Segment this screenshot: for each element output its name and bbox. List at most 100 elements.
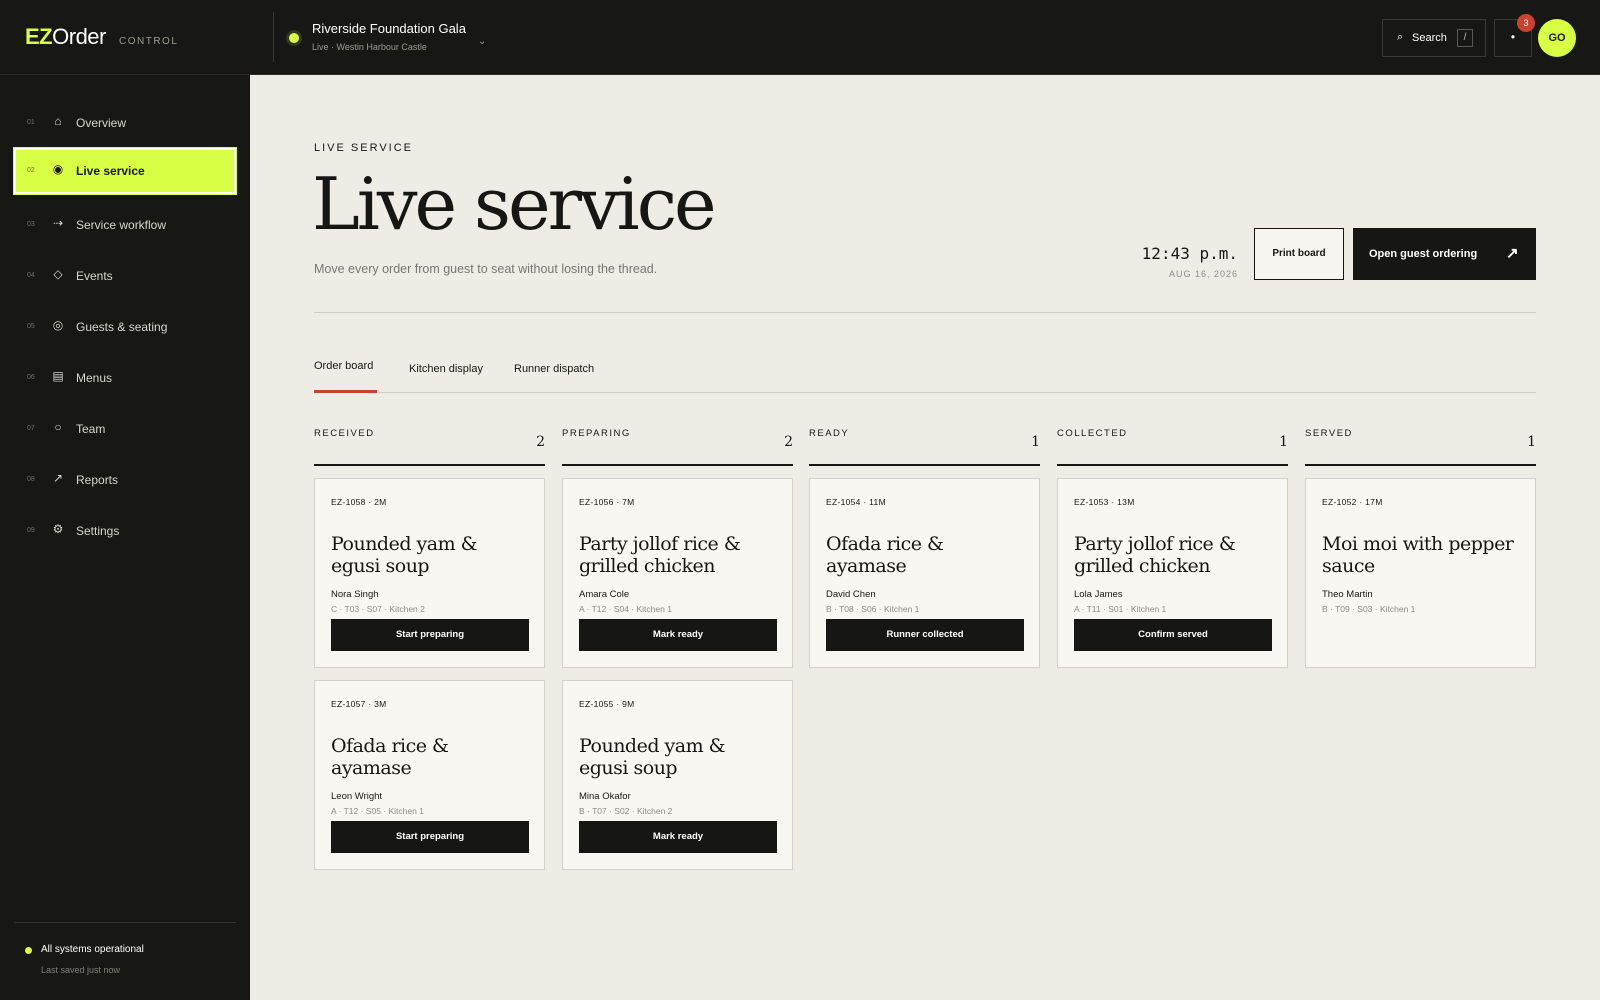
nav-number: 01: [27, 119, 35, 126]
column-header-ready: READY 1: [809, 424, 1040, 466]
seat-meta: B · T07 · S02 · Kitchen 2: [579, 806, 673, 816]
sidebar-item-service-workflow[interactable]: 03 ⇢ Service workflow: [14, 202, 236, 248]
sidebar-item-label: Events: [76, 269, 113, 283]
current-time: 12:43 p.m.: [1141, 244, 1238, 263]
order-id: EZ-1054 · 11M: [826, 497, 886, 507]
page-subtitle: Move every order from guest to seat with…: [314, 262, 658, 276]
open-guest-ordering-button[interactable]: Open guest ordering ↗: [1353, 228, 1536, 280]
nav-number: 02: [27, 167, 35, 174]
guest-name: Leon Wright: [331, 791, 383, 802]
search-label: Search: [1412, 32, 1447, 44]
mark-ready-button[interactable]: Mark ready: [579, 821, 777, 853]
sidebar-item-label: Reports: [76, 473, 119, 487]
home-icon: ⌂: [54, 114, 62, 128]
logo-control-label: CONTROL: [119, 36, 179, 47]
current-date: AUG 16, 2026: [1168, 269, 1238, 279]
guest-name: David Chen: [826, 589, 876, 600]
dish-name: Moi moi with pepper sauce: [1322, 533, 1514, 577]
nav-number: 03: [27, 221, 35, 228]
order-id: EZ-1057 · 3M: [331, 699, 387, 709]
team-circle-icon: ○: [54, 420, 62, 434]
guest-name: Nora Singh: [331, 589, 379, 600]
column-count: 1: [1527, 434, 1536, 450]
nav-number: 05: [27, 323, 35, 330]
active-tab-indicator: [314, 390, 377, 393]
gear-icon: ⚙: [52, 522, 64, 536]
order-card[interactable]: EZ-1054 · 11M Ofada rice & ayamase David…: [809, 478, 1040, 668]
column-count: 1: [1279, 434, 1288, 450]
column-count: 2: [784, 434, 793, 450]
runner-collected-button[interactable]: Runner collected: [826, 619, 1024, 651]
tabs-divider: [314, 392, 1536, 393]
order-card[interactable]: EZ-1056 · 7M Party jollof rice & grilled…: [562, 478, 793, 668]
order-card[interactable]: EZ-1057 · 3M Ofada rice & ayamase Leon W…: [314, 680, 545, 870]
column-title: COLLECTED: [1057, 428, 1128, 439]
logo-order: Order: [52, 24, 106, 49]
sidebar-item-live-service[interactable]: 02 ◉ Live service: [13, 147, 237, 195]
order-card[interactable]: EZ-1052 · 17M Moi moi with pepper sauce …: [1305, 478, 1536, 668]
column-header-collected: COLLECTED 1: [1057, 424, 1288, 466]
sidebar-item-label: Overview: [76, 116, 127, 130]
order-card[interactable]: EZ-1055 · 9M Pounded yam & egusi soup Mi…: [562, 680, 793, 870]
start-preparing-button[interactable]: Start preparing: [331, 821, 529, 853]
user-avatar[interactable]: GO: [1538, 19, 1576, 57]
live-dot-icon: ◉: [52, 162, 64, 176]
external-arrow-icon: ↗: [1506, 245, 1519, 262]
seat-meta: C · T03 · S07 · Kitchen 2: [331, 604, 425, 614]
column-header-received: RECEIVED 2: [314, 424, 545, 466]
order-id: EZ-1056 · 7M: [579, 497, 635, 507]
seat-meta: A · T12 · S04 · Kitchen 1: [579, 604, 672, 614]
seat-meta: B · T08 · S06 · Kitchen 1: [826, 604, 920, 614]
print-board-button[interactable]: Print board: [1254, 228, 1344, 280]
system-status-dot: [25, 947, 32, 954]
sidebar-divider: [14, 922, 236, 923]
page-eyebrow: LIVE SERVICE: [314, 142, 413, 154]
order-card[interactable]: EZ-1058 · 2M Pounded yam & egusi soup No…: [314, 478, 545, 668]
dish-name: Pounded yam & egusi soup: [579, 735, 726, 779]
tab-order-board[interactable]: Order board: [314, 360, 373, 372]
order-id: EZ-1053 · 13M: [1074, 497, 1135, 507]
system-status-text: All systems operational: [41, 944, 144, 955]
sidebar-item-label: Settings: [76, 524, 120, 538]
event-selector[interactable]: Riverside Foundation Gala Live · Westin …: [286, 18, 496, 56]
column-title: READY: [809, 428, 850, 439]
start-preparing-button[interactable]: Start preparing: [331, 619, 529, 651]
tab-runner-dispatch[interactable]: Runner dispatch: [514, 363, 594, 375]
order-id: EZ-1052 · 17M: [1322, 497, 1383, 507]
order-id: EZ-1058 · 2M: [331, 497, 387, 507]
nav-number: 08: [27, 476, 35, 483]
target-icon: ◎: [52, 318, 64, 332]
sidebar-item-reports[interactable]: 08 ↗ Reports: [14, 457, 236, 503]
guest-name: Lola James: [1074, 589, 1123, 600]
tab-kitchen-display[interactable]: Kitchen display: [409, 363, 483, 375]
sidebar-item-menus[interactable]: 06 ▤ Menus: [14, 355, 236, 401]
guest-name: Mina Okafor: [579, 791, 631, 802]
sidebar-item-overview[interactable]: 01 ⌂ Overview: [14, 100, 236, 146]
search-shortcut-key: /: [1457, 29, 1473, 47]
dish-name: Pounded yam & egusi soup: [331, 533, 478, 577]
logo-ez: EZ: [25, 24, 53, 49]
mark-ready-button[interactable]: Mark ready: [579, 619, 777, 651]
seat-meta: A · T12 · S05 · Kitchen 1: [331, 806, 424, 816]
nav-number: 07: [27, 425, 35, 432]
open-guest-ordering-label: Open guest ordering: [1369, 248, 1478, 260]
sidebar-item-guests-seating[interactable]: 05 ◎ Guests & seating: [14, 304, 236, 350]
sidebar-item-events[interactable]: 04 ◇ Events: [14, 253, 236, 299]
sidebar-item-label: Service workflow: [76, 218, 167, 232]
search-icon: ⌕: [1397, 31, 1404, 43]
column-title: RECEIVED: [314, 428, 375, 439]
seat-meta: A · T11 · S01 · Kitchen 1: [1074, 604, 1167, 614]
sidebar-item-settings[interactable]: 09 ⚙ Settings: [14, 508, 236, 554]
order-card[interactable]: EZ-1053 · 13M Party jollof rice & grille…: [1057, 478, 1288, 668]
confirm-served-button[interactable]: Confirm served: [1074, 619, 1272, 651]
page-title: Live service: [312, 162, 717, 246]
menu-list-icon: ▤: [52, 369, 64, 383]
live-status-dot: [289, 33, 299, 43]
workflow-arrow-icon: ⇢: [52, 216, 64, 230]
notification-count-badge: 3: [1517, 14, 1535, 32]
app-logo[interactable]: EZOrder CONTROL: [25, 24, 177, 50]
sidebar-item-team[interactable]: 07 ○ Team: [14, 406, 236, 452]
column-title: PREPARING: [562, 428, 631, 439]
search-button[interactable]: ⌕ Search /: [1382, 19, 1486, 57]
guest-name: Amara Cole: [579, 589, 630, 600]
